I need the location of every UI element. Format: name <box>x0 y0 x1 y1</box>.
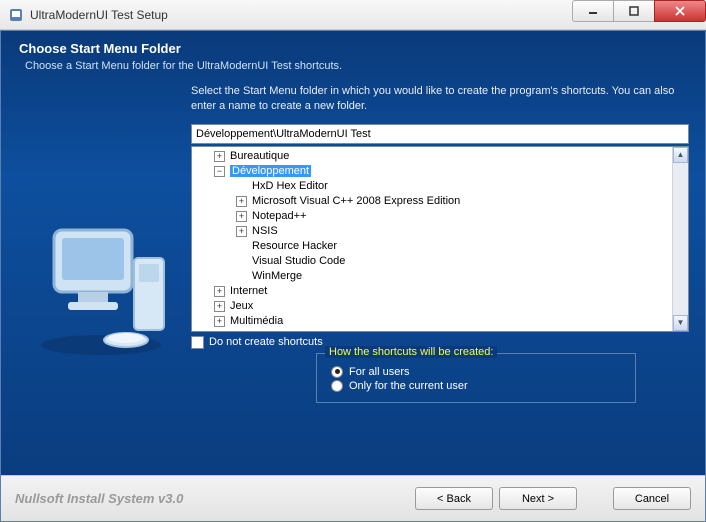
tree-item-label: Resource Hacker <box>252 240 337 252</box>
tree-item-label: Multimédia <box>230 315 283 327</box>
collapse-icon[interactable]: − <box>214 166 225 177</box>
radio-all-users[interactable] <box>331 366 343 378</box>
tree-item-label: WinMerge <box>252 270 302 282</box>
expand-icon[interactable]: + <box>236 196 247 207</box>
tree-item-label: Internet <box>230 285 267 297</box>
tree-item[interactable]: Visual Studio Code <box>192 254 672 269</box>
tree-item-label: Bureautique <box>230 150 289 162</box>
page-header: Choose Start Menu Folder Choose a Start … <box>1 31 705 84</box>
no-shortcuts-label: Do not create shortcuts <box>209 336 323 348</box>
expand-icon[interactable]: + <box>214 151 225 162</box>
back-button[interactable]: < Back <box>415 487 493 510</box>
radio-current-user[interactable] <box>331 380 343 392</box>
tree-item[interactable]: + Multimédia <box>192 314 672 329</box>
tree-item[interactable]: + Jeux <box>192 299 672 314</box>
footer: Nullsoft Install System v3.0 < Back Next… <box>1 475 705 521</box>
expand-icon[interactable]: + <box>214 301 225 312</box>
cancel-button[interactable]: Cancel <box>613 487 691 510</box>
window-title: UltraModernUI Test Setup <box>30 8 573 22</box>
instruction-text: Select the Start Menu folder in which yo… <box>191 84 689 114</box>
tree-item-label: NSIS <box>252 225 278 237</box>
scroll-down-icon[interactable]: ▼ <box>673 315 688 331</box>
radio-current-user-label: Only for the current user <box>349 380 468 392</box>
no-shortcuts-checkbox[interactable] <box>191 336 204 349</box>
tree-item[interactable]: WinMerge <box>192 269 672 284</box>
expand-icon[interactable]: + <box>236 211 247 222</box>
folder-tree[interactable]: +Bureautique−DéveloppementHxD Hex Editor… <box>191 146 689 332</box>
expand-icon[interactable]: + <box>236 226 247 237</box>
tree-item[interactable]: Resource Hacker <box>192 239 672 254</box>
expand-icon[interactable]: + <box>214 286 225 297</box>
expand-icon[interactable]: + <box>214 316 225 327</box>
maximize-button[interactable] <box>613 0 655 22</box>
tree-item[interactable]: + Microsoft Visual C++ 2008 Express Editi… <box>192 194 672 209</box>
minimize-button[interactable] <box>572 0 614 22</box>
tree-item[interactable]: + Bureautique <box>192 149 672 164</box>
titlebar: UltraModernUI Test Setup <box>0 0 706 30</box>
page-title: Choose Start Menu Folder <box>19 41 687 56</box>
sidebar-image <box>11 84 191 475</box>
tree-item[interactable]: + Notepad++ <box>192 209 672 224</box>
tree-item[interactable]: −Développement <box>192 164 672 179</box>
tree-item-label: Développement <box>230 165 311 177</box>
app-icon <box>8 7 24 23</box>
scroll-up-icon[interactable]: ▲ <box>673 147 688 163</box>
folder-path-input[interactable] <box>191 124 689 144</box>
group-legend: How the shortcuts will be created: <box>325 346 497 358</box>
scrollbar[interactable]: ▲ ▼ <box>672 147 688 331</box>
tree-item-label: Visual Studio Code <box>252 255 345 267</box>
tree-item-label: HxD Hex Editor <box>252 180 328 192</box>
tree-item-label: Jeux <box>230 300 253 312</box>
tree-item-label: Microsoft Visual C++ 2008 Express Editio… <box>252 195 460 207</box>
page-subtitle: Choose a Start Menu folder for the Ultra… <box>19 60 687 72</box>
close-button[interactable] <box>654 0 706 22</box>
tree-item-label: Notepad++ <box>252 210 306 222</box>
shortcut-scope-group: How the shortcuts will be created: For a… <box>316 353 636 403</box>
tree-item[interactable]: + NSIS <box>192 224 672 239</box>
radio-all-users-label: For all users <box>349 366 410 378</box>
tree-item[interactable]: HxD Hex Editor <box>192 179 672 194</box>
footer-brand: Nullsoft Install System v3.0 <box>15 491 409 506</box>
tree-item[interactable]: + Internet <box>192 284 672 299</box>
next-button[interactable]: Next > <box>499 487 577 510</box>
